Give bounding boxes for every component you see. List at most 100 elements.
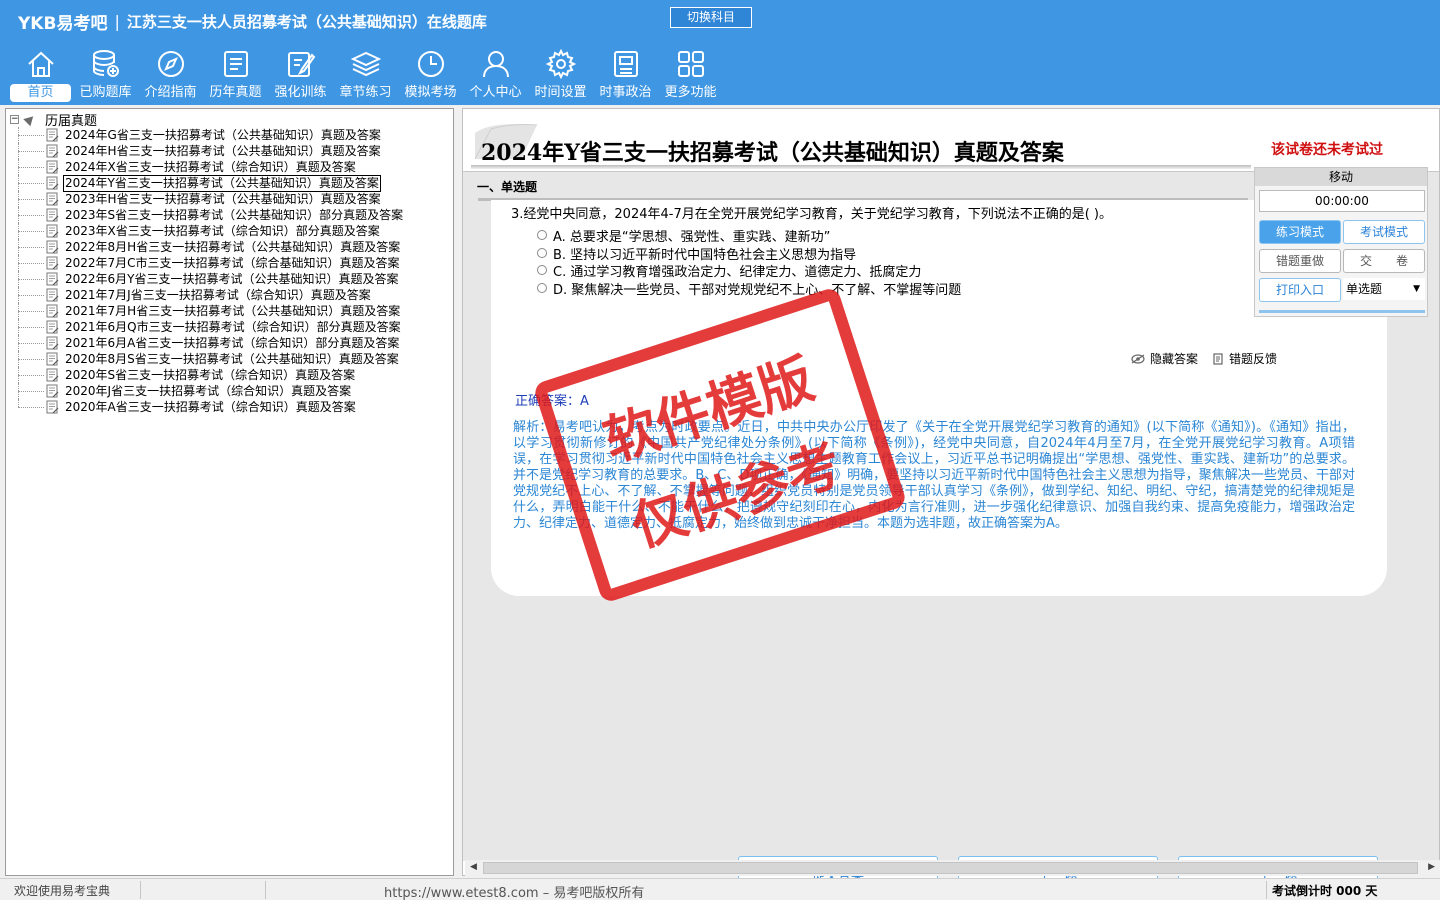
option-c[interactable]: C. 通过学习教育增强政治定力、纪律定力、道德定力、抵腐定力 [537, 262, 921, 280]
tree-connector [18, 135, 44, 136]
tree-item-label: 2020年S省三支一扶招募考试（综合知识）真题及答案 [65, 367, 356, 382]
doc-icon [1213, 352, 1223, 365]
tree-item[interactable]: 2024年H省三支一扶招募考试（公共基础知识）真题及答案 [6, 143, 453, 159]
hide-answer-link[interactable]: 隐藏答案 [1131, 350, 1198, 367]
toolbar-training[interactable]: 强化训练 [268, 48, 333, 104]
tree-item-label: 2024年X省三支一扶招募考试（综合知识）真题及答案 [65, 159, 356, 174]
tree-item[interactable]: 2022年7月C市三支一扶招募考试（综合基础知识）真题及答案 [6, 255, 453, 271]
timer-display: 00:00:00 [1259, 190, 1425, 212]
tree-connector [18, 295, 44, 296]
tree-item[interactable]: 2021年7月J省三支一扶招募考试（综合知识）真题及答案 [6, 287, 453, 303]
home-icon [24, 48, 58, 80]
tree-item[interactable]: 2024年X省三支一扶招募考试（综合知识）真题及答案 [6, 159, 453, 175]
tree-item[interactable]: 2020年J省三支一扶招募考试（综合知识）真题及答案 [6, 383, 453, 399]
tree-connector [18, 391, 44, 392]
scroll-left-icon[interactable]: ◀ [470, 862, 477, 872]
tree-item-label: 2022年7月C市三支一扶招募考试（综合基础知识）真题及答案 [65, 255, 400, 270]
radio-icon[interactable] [537, 283, 547, 293]
option-a[interactable]: A. 总要求是“学思想、强党性、重实践、建新功” [537, 227, 831, 245]
toolbar-past-papers[interactable]: 历年真题 [203, 48, 268, 104]
panel-bottom-bar [1259, 310, 1425, 313]
eye-icon [1131, 353, 1145, 364]
tree-connector [18, 375, 44, 376]
tree-item[interactable]: 2021年6月Q市三支一扶招募考试（综合知识）部分真题及答案 [6, 319, 453, 335]
toolbar-label: 已购题库 [79, 85, 132, 100]
tree-item[interactable]: 2020年8月S省三支一扶招募考试（公共基础知识）真题及答案 [6, 351, 453, 367]
toolbar-more[interactable]: 更多功能 [658, 48, 723, 104]
practice-mode-button[interactable]: 练习模式 [1259, 220, 1341, 244]
radio-icon[interactable] [537, 265, 547, 275]
question-text: 3.经党中央同意，2024年4-7月在全党开展党纪学习教育，关于党纪学习教育，下… [511, 207, 1112, 222]
tree-item-label: 2021年6月Q市三支一扶招募考试（综合知识）部分真题及答案 [65, 319, 401, 334]
redo-wrong-button[interactable]: 错题重做 [1259, 249, 1341, 273]
tree-item[interactable]: 2022年8月H省三支一扶招募考试（公共基础知识）真题及答案 [6, 239, 453, 255]
toolbar-purchased[interactable]: 已购题库 [73, 48, 138, 104]
tree-item[interactable]: 2022年6月Y省三支一扶招募考试（公共基础知识）真题及答案 [6, 271, 453, 287]
toolbar-profile[interactable]: 个人中心 [463, 48, 528, 104]
status-welcome: 欢迎使用易考宝典 [14, 884, 111, 898]
toolbar-guide[interactable]: 介绍指南 [138, 48, 203, 104]
document-edit-icon [46, 320, 59, 334]
toolbar-chapters[interactable]: 章节练习 [333, 48, 398, 104]
tree-connector [18, 231, 44, 232]
submit-paper-button[interactable]: 交 卷 [1343, 249, 1425, 273]
tree-item[interactable]: 2020年A省三支一扶招募考试（综合知识）真题及答案 [6, 399, 453, 415]
tree-item[interactable]: 2020年S省三支一扶招募考试（综合知识）真题及答案 [6, 367, 453, 383]
tree-item[interactable]: 2021年7月H省三支一扶招募考试（公共基础知识）真题及答案 [6, 303, 453, 319]
clock-icon [414, 48, 448, 80]
tree-item[interactable]: 2023年X省三支一扶招募考试（综合知识）部分真题及答案 [6, 223, 453, 239]
tree-item[interactable]: 2023年S省三支一扶招募考试（公共基础知识）部分真题及答案 [6, 207, 453, 223]
toolbar-label: 个人中心 [469, 85, 522, 100]
feedback-link[interactable]: 错题反馈 [1213, 350, 1277, 367]
status-divider [265, 881, 266, 899]
news-icon [609, 48, 643, 80]
tree-connector [18, 151, 44, 152]
tree-connector [18, 167, 44, 168]
option-d[interactable]: D. 聚焦解决一些党员、干部对党规党纪不上心、不了解、不掌握等问题 [537, 280, 961, 298]
scrollbar-thumb[interactable] [483, 862, 1418, 874]
switch-subject-button[interactable]: 切换科目 [670, 7, 752, 28]
question-card: 3.经党中央同意，2024年4-7月在全党开展党纪学习教育，关于党纪学习教育，下… [491, 200, 1387, 596]
tree-item-label: 2024年Y省三支一扶招募考试（公共基础知识）真题及答案 [63, 174, 381, 192]
tree-item-label: 2022年6月Y省三支一扶招募考试（公共基础知识）真题及答案 [65, 271, 399, 286]
tree-root[interactable]: − 历届真题 [10, 111, 97, 129]
tree-connector [18, 311, 44, 312]
print-button[interactable]: 打印入口 [1259, 278, 1341, 302]
user-icon [479, 48, 513, 80]
scroll-right-icon[interactable]: ▶ [1428, 862, 1435, 872]
radio-icon[interactable] [537, 248, 547, 258]
tree-connector [18, 279, 44, 280]
tree-connector [18, 399, 19, 407]
horizontal-scrollbar[interactable]: ◀ ▶ [465, 860, 1440, 876]
option-label: A. 总要求是“学思想、强党性、重实践、建新功” [553, 229, 831, 245]
tree-item-label: 2023年X省三支一扶招募考试（综合知识）部分真题及答案 [65, 223, 380, 238]
tree-item-label: 2021年7月H省三支一扶招募考试（公共基础知识）真题及答案 [65, 303, 401, 318]
tree-item-label: 2023年S省三支一扶招募考试（公共基础知识）部分真题及答案 [65, 207, 404, 222]
tree-item[interactable]: 2024年G省三支一扶招募考试（公共基础知识）真题及答案 [6, 127, 453, 143]
tree-connector [18, 407, 44, 408]
toolbar-home[interactable]: 首页 [8, 48, 73, 104]
question-type-select[interactable]: 单选题 ▼ [1343, 278, 1425, 300]
toolbar-current-affairs[interactable]: 时事政治 [593, 48, 658, 104]
tree-connector [18, 247, 44, 248]
exam-mode-button[interactable]: 考试模式 [1343, 220, 1425, 244]
status-countdown: 考试倒计时 000 天 [1272, 884, 1378, 898]
toolbar-time-settings[interactable]: 时间设置 [528, 48, 593, 104]
tree-item[interactable]: 2021年6月A省三支一扶招募考试（综合知识）部分真题及答案 [6, 335, 453, 351]
radio-icon[interactable] [537, 230, 547, 240]
collapse-icon[interactable]: − [10, 114, 19, 124]
tree-item[interactable]: 2023年H省三支一扶招募考试（公共基础知识）真题及答案 [6, 191, 453, 207]
hide-answer-label: 隐藏答案 [1150, 352, 1199, 366]
toolbar-label: 模拟考场 [404, 85, 457, 100]
tree-item-label: 2020年8月S省三支一扶招募考试（公共基础知识）真题及答案 [65, 351, 399, 366]
edit-icon [284, 48, 318, 80]
compass-icon [154, 48, 188, 80]
option-b[interactable]: B. 坚持以习近平新时代中国特色社会主义思想为指导 [537, 245, 856, 263]
toolbar-mock-exam[interactable]: 模拟考场 [398, 48, 463, 104]
tree-item[interactable]: 2024年Y省三支一扶招募考试（公共基础知识）真题及答案 [6, 174, 453, 192]
tree-connector [18, 199, 44, 200]
document-edit-icon [46, 176, 59, 190]
move-handle[interactable]: 移动 [1255, 168, 1427, 186]
document-edit-icon [46, 160, 59, 174]
toolbar-label: 章节练习 [339, 85, 392, 100]
